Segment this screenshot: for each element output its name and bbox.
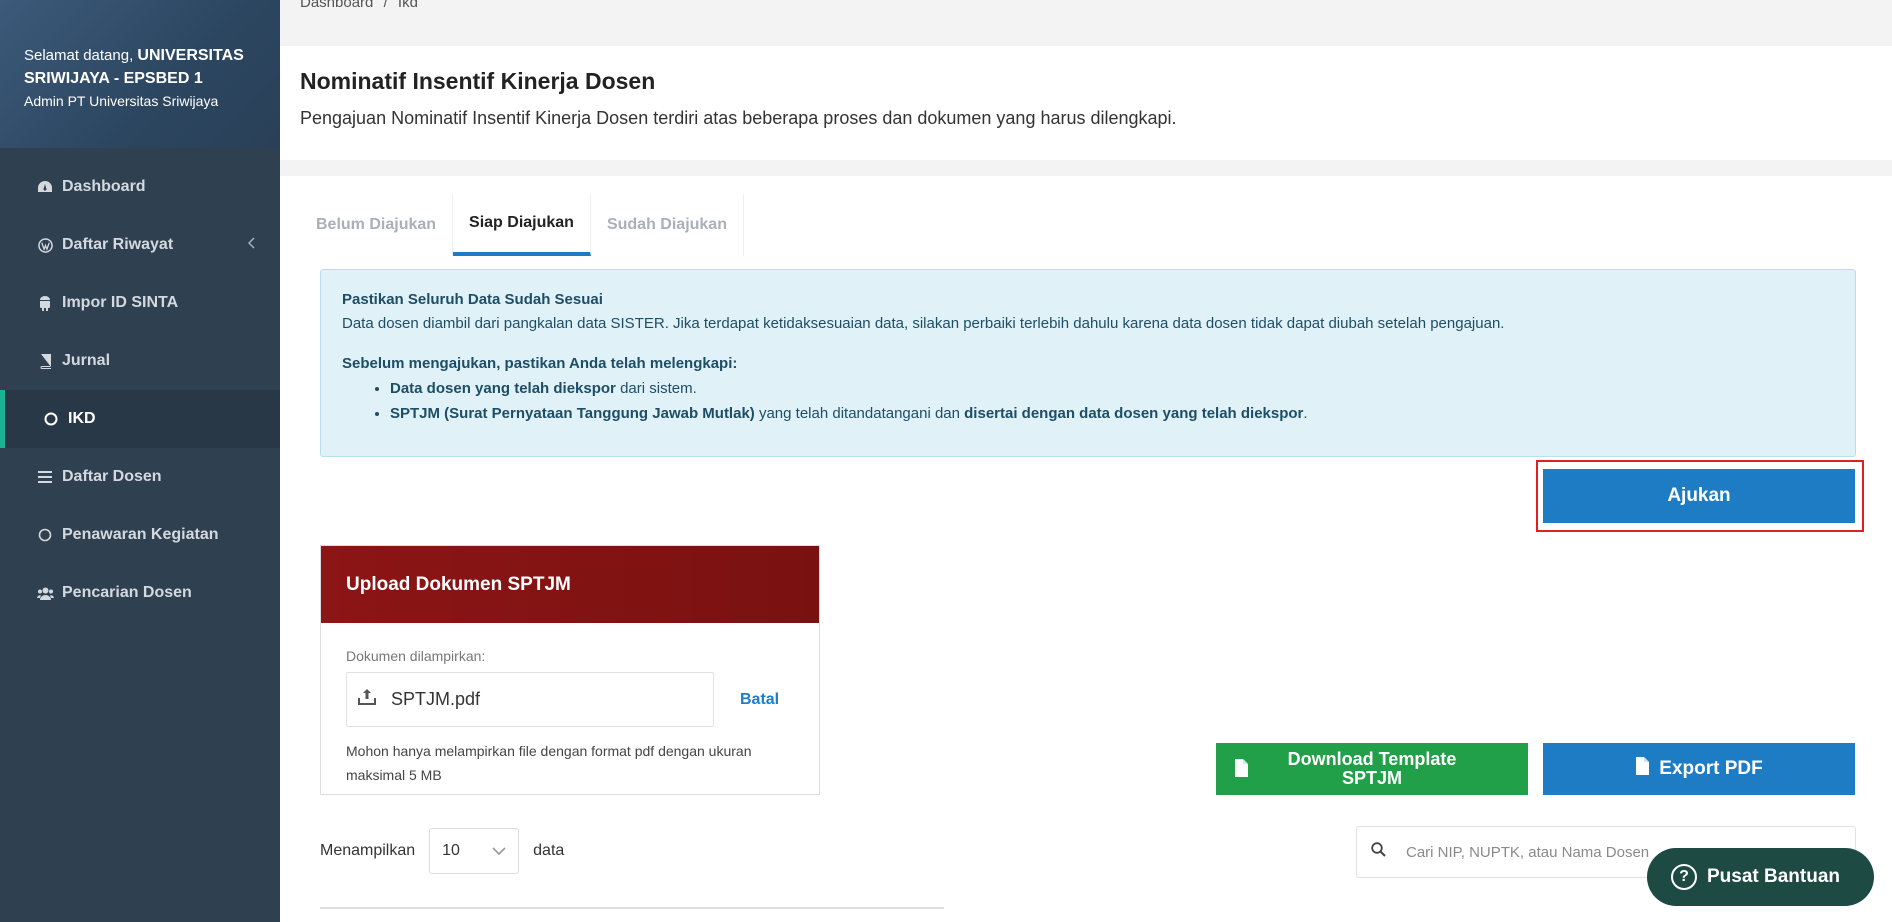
sidebar-item-label: Daftar Riwayat bbox=[62, 236, 174, 253]
export-pdf-label: Export PDF bbox=[1659, 758, 1763, 779]
tab-belum-diajukan[interactable]: Belum Diajukan bbox=[300, 194, 454, 256]
sidebar-item-impor-sinta[interactable]: Impor ID SINTA bbox=[0, 274, 280, 332]
upload-icon bbox=[357, 688, 377, 711]
breadcrumb-current: Ikd bbox=[397, 0, 418, 11]
user-role: Admin PT Universitas Sriwijaya bbox=[24, 93, 219, 109]
tab-siap-diajukan[interactable]: Siap Diajukan bbox=[453, 194, 591, 256]
sidebar-item-jurnal[interactable]: Jurnal bbox=[0, 332, 280, 390]
upload-note: Mohon hanya melampirkan file dengan form… bbox=[346, 743, 752, 783]
help-center-label: Pusat Bantuan bbox=[1707, 866, 1841, 887]
content-panel: Belum Diajukan Siap Diajukan Sudah Diaju… bbox=[280, 176, 1892, 922]
page-title: Nominatif Insentif Kinerja Dosen bbox=[300, 68, 656, 94]
book-icon bbox=[36, 352, 54, 370]
search-icon bbox=[1371, 842, 1386, 862]
attached-file[interactable]: SPTJM.pdf bbox=[346, 672, 714, 727]
circle-icon bbox=[42, 410, 60, 428]
page-subtitle: Pengajuan Nominatif Insentif Kinerja Dos… bbox=[300, 108, 1177, 128]
upload-card-title: Upload Dokumen SPTJM bbox=[321, 546, 819, 623]
circle-icon bbox=[36, 526, 54, 544]
sidebar-item-label: Pencarian Dosen bbox=[62, 584, 192, 601]
sidebar-item-label: Jurnal bbox=[62, 352, 111, 369]
sidebar-item-label: Impor ID SINTA bbox=[62, 294, 179, 311]
dashboard-icon bbox=[36, 178, 54, 196]
sidebar-item-label: IKD bbox=[68, 410, 96, 427]
show-prefix: Menampilkan bbox=[320, 842, 416, 859]
upload-card: Upload Dokumen SPTJM Dokumen dilampirkan… bbox=[320, 545, 820, 795]
sidebar-item-dashboard[interactable]: Dashboard bbox=[0, 158, 280, 216]
sidebar-header: Selamat datang, UNIVERSITAS SRIWIJAYA - … bbox=[0, 0, 280, 148]
android-icon bbox=[36, 294, 54, 312]
show-suffix: data bbox=[533, 842, 565, 859]
breadcrumb: Dashboard / Ikd bbox=[300, 0, 418, 11]
chevron-left-icon bbox=[247, 236, 256, 254]
download-template-button[interactable]: Download Template SPTJM bbox=[1216, 743, 1528, 795]
export-pdf-button[interactable]: Export PDF bbox=[1543, 743, 1855, 795]
alert-checklist-title: Sebelum mengajukan, pastikan Anda telah … bbox=[342, 355, 738, 372]
table-divider bbox=[320, 907, 944, 909]
sidebar-item-pencarian-dosen[interactable]: Pencarian Dosen bbox=[0, 564, 280, 622]
checklist-item: SPTJM (Surat Pernyataan Tanggung Jawab M… bbox=[390, 401, 1834, 426]
page-size-select[interactable]: 10 bbox=[429, 828, 520, 874]
page-size-value: 10 bbox=[442, 842, 460, 859]
file-icon bbox=[1234, 759, 1248, 782]
sidebar-item-daftar-dosen[interactable]: Daftar Dosen bbox=[0, 448, 280, 506]
sidebar-item-daftar-riwayat[interactable]: Daftar Riwayat bbox=[0, 216, 280, 274]
sidebar-item-label: Penawaran Kegiatan bbox=[62, 526, 219, 543]
ajukan-button[interactable]: Ajukan bbox=[1543, 469, 1855, 523]
alert-checklist: Data dosen yang telah diekspor dari sist… bbox=[390, 376, 1834, 426]
upload-label: Dokumen dilampirkan: bbox=[346, 648, 486, 664]
wordpress-icon bbox=[36, 236, 54, 254]
sidebar-item-label: Dashboard bbox=[62, 178, 146, 195]
main-area: Dashboard / Ikd Nominatif Insentif Kiner… bbox=[280, 0, 1892, 922]
help-center-button[interactable]: ? Pusat Bantuan bbox=[1647, 848, 1874, 906]
cancel-upload-link[interactable]: Batal bbox=[740, 691, 779, 709]
list-icon bbox=[36, 468, 54, 486]
users-icon bbox=[36, 584, 54, 602]
info-alert: Pastikan Seluruh Data Sudah Sesuai Data … bbox=[320, 269, 1856, 457]
download-template-label: Download Template SPTJM bbox=[1287, 749, 1457, 788]
sidebar-item-ikd[interactable]: IKD bbox=[0, 390, 280, 448]
breadcrumb-separator: / bbox=[383, 0, 388, 11]
checklist-item: Data dosen yang telah diekspor dari sist… bbox=[390, 376, 1834, 401]
page-header: Nominatif Insentif Kinerja Dosen Pengaju… bbox=[280, 46, 1892, 160]
sidebar-nav: Dashboard Daftar Riwayat Impor ID SINTA … bbox=[0, 148, 280, 622]
question-icon: ? bbox=[1671, 864, 1697, 890]
tab-bar: Belum Diajukan Siap Diajukan Sudah Diaju… bbox=[300, 194, 744, 256]
tab-sudah-diajukan[interactable]: Sudah Diajukan bbox=[591, 194, 744, 256]
welcome-text: Selamat datang, UNIVERSITAS SRIWIJAYA - … bbox=[24, 44, 256, 90]
sidebar-item-label: Daftar Dosen bbox=[62, 468, 162, 485]
alert-description: Data dosen diambil dari pangkalan data S… bbox=[342, 315, 1505, 332]
sidebar: Selamat datang, UNIVERSITAS SRIWIJAYA - … bbox=[0, 0, 280, 922]
welcome-prefix: Selamat datang, bbox=[24, 47, 134, 64]
file-name: SPTJM.pdf bbox=[391, 689, 481, 709]
sidebar-item-penawaran-kegiatan[interactable]: Penawaran Kegiatan bbox=[0, 506, 280, 564]
breadcrumb-home[interactable]: Dashboard bbox=[300, 0, 373, 11]
page-size-control: Menampilkan 10 data bbox=[320, 828, 564, 874]
chevron-down-icon bbox=[492, 842, 506, 860]
file-icon bbox=[1635, 757, 1650, 781]
alert-title: Pastikan Seluruh Data Sudah Sesuai bbox=[342, 291, 603, 308]
